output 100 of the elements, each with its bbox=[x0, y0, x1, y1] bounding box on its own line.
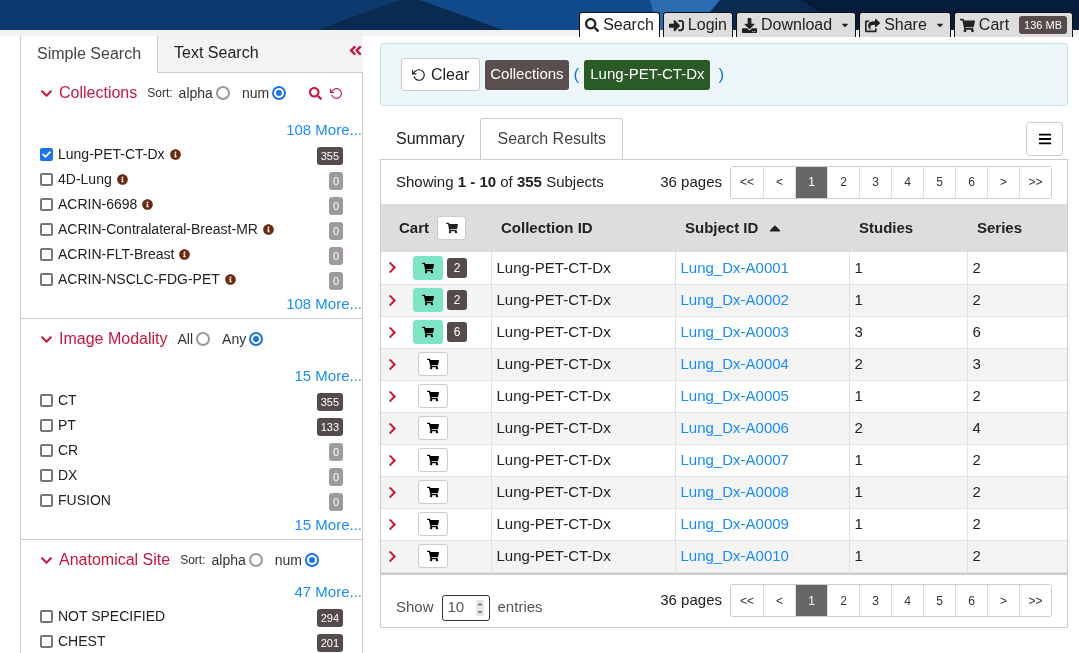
result-tab[interactable]: Summary bbox=[380, 118, 481, 159]
search-icon[interactable] bbox=[309, 86, 322, 100]
nav-button[interactable]: Login bbox=[662, 12, 733, 37]
clear-button[interactable]: Clear bbox=[401, 58, 481, 91]
search-tab[interactable]: Text Search bbox=[158, 33, 275, 73]
facet-item-label[interactable]: FUSION bbox=[58, 490, 111, 511]
info-icon[interactable] bbox=[169, 149, 181, 160]
radio-button[interactable] bbox=[248, 553, 263, 567]
expand-icon[interactable] bbox=[387, 357, 398, 371]
page-button[interactable]: >> bbox=[1019, 166, 1051, 198]
page-size-field[interactable]: 10 bbox=[441, 594, 490, 621]
facet-item-label[interactable]: CHEST bbox=[58, 631, 106, 652]
checkbox[interactable] bbox=[40, 248, 53, 261]
facet-item-label[interactable]: Lung-PET-CT-Dx bbox=[58, 144, 165, 165]
expand-icon[interactable] bbox=[387, 517, 398, 531]
checkbox[interactable] bbox=[40, 419, 53, 432]
info-icon[interactable] bbox=[224, 274, 236, 285]
radio-label: All bbox=[177, 329, 194, 349]
info-icon[interactable] bbox=[179, 249, 191, 260]
radio-button[interactable] bbox=[272, 86, 287, 100]
sort-label: Sort: bbox=[147, 85, 173, 102]
column-header[interactable]: Collection ID bbox=[491, 204, 675, 252]
add-to-cart-button[interactable] bbox=[418, 448, 448, 472]
table-cell: 2 bbox=[967, 540, 1067, 572]
info-icon[interactable] bbox=[262, 224, 274, 235]
facet-title[interactable]: Collections bbox=[59, 81, 138, 105]
add-to-cart-button[interactable] bbox=[418, 480, 448, 504]
cart-icon bbox=[427, 358, 439, 370]
page-button[interactable]: 1 bbox=[795, 585, 827, 616]
page-button[interactable]: 1 bbox=[795, 166, 827, 198]
add-to-cart-button[interactable] bbox=[418, 512, 448, 536]
add-to-cart-button[interactable] bbox=[413, 320, 443, 344]
cart-icon bbox=[445, 222, 458, 234]
expand-icon[interactable] bbox=[387, 549, 398, 563]
nav-button[interactable]: Share bbox=[859, 12, 951, 37]
add-to-cart-button[interactable] bbox=[418, 544, 448, 568]
radio-label: alpha bbox=[211, 550, 246, 570]
result-tab[interactable]: Search Results bbox=[480, 118, 623, 159]
info-icon[interactable] bbox=[142, 199, 154, 210]
spinner-icon[interactable] bbox=[475, 599, 484, 616]
radio-button[interactable] bbox=[305, 553, 319, 567]
expand-icon[interactable] bbox=[387, 293, 398, 307]
expand-icon[interactable] bbox=[387, 325, 398, 339]
checkbox[interactable] bbox=[40, 273, 53, 286]
facet-title[interactable]: Anatomical Site bbox=[59, 548, 171, 572]
checkbox[interactable] bbox=[40, 223, 53, 236]
nav-button[interactable]: Download bbox=[736, 12, 857, 37]
cart-icon bbox=[422, 261, 434, 274]
add-to-cart-button[interactable] bbox=[418, 352, 448, 376]
table-cell: 1 bbox=[849, 284, 967, 316]
column-header[interactable]: Subject ID bbox=[675, 204, 849, 252]
facet-item-label[interactable]: NOT SPECIFIED bbox=[58, 606, 166, 627]
facet-title[interactable]: Image Modality bbox=[59, 327, 168, 351]
nav-button[interactable]: Search bbox=[579, 12, 660, 37]
checkbox[interactable] bbox=[40, 444, 53, 457]
facet-item-label[interactable]: 4D-Lung bbox=[58, 169, 112, 190]
facet-item-label[interactable]: CT bbox=[58, 390, 77, 411]
expand-icon[interactable] bbox=[387, 485, 398, 499]
expand-icon[interactable] bbox=[387, 453, 398, 467]
add-to-cart-button[interactable] bbox=[413, 255, 443, 280]
facet-item-label[interactable]: PT bbox=[58, 415, 76, 436]
checkbox[interactable] bbox=[40, 635, 53, 648]
info-icon[interactable] bbox=[116, 174, 128, 185]
checkbox[interactable] bbox=[40, 494, 53, 507]
checkbox[interactable] bbox=[40, 469, 53, 482]
expand-icon[interactable] bbox=[387, 389, 398, 403]
checkbox[interactable] bbox=[40, 394, 53, 407]
table-cell: Lung-PET-CT-Dx bbox=[491, 540, 675, 572]
checkbox[interactable] bbox=[40, 198, 53, 211]
radio-button[interactable] bbox=[249, 332, 264, 346]
column-header[interactable]: Cart bbox=[381, 204, 491, 252]
collapse-icon[interactable] bbox=[348, 43, 363, 58]
column-header[interactable]: Series bbox=[967, 204, 1067, 252]
radio-button[interactable] bbox=[215, 86, 230, 100]
add-to-cart-button[interactable] bbox=[418, 416, 448, 440]
reset-icon[interactable] bbox=[330, 86, 343, 100]
column-header[interactable]: Studies bbox=[849, 204, 967, 252]
add-to-cart-button[interactable] bbox=[413, 288, 443, 312]
expand-icon[interactable] bbox=[387, 421, 398, 435]
page-button[interactable]: >> bbox=[1019, 585, 1051, 616]
facet-item-label[interactable]: ACRIN-NSCLC-FDG-PET bbox=[58, 269, 220, 290]
facet-item-label[interactable]: ACRIN-FLT-Breast bbox=[58, 244, 175, 265]
checkbox[interactable] bbox=[40, 610, 53, 623]
facet-item-label[interactable]: CR bbox=[58, 440, 79, 461]
cart-all-button[interactable] bbox=[437, 216, 466, 240]
checkbox[interactable] bbox=[40, 173, 53, 186]
criteria-value-tag[interactable]: Lung-PET-CT-Dx bbox=[584, 59, 711, 90]
checkbox[interactable] bbox=[40, 148, 53, 161]
add-to-cart-button[interactable] bbox=[418, 384, 448, 408]
table-cell: 4 bbox=[967, 412, 1067, 444]
search-tab[interactable]: Simple Search bbox=[20, 33, 159, 73]
expand-icon[interactable] bbox=[387, 261, 398, 275]
facet-item-label[interactable]: ACRIN-Contralateral-Breast-MR bbox=[58, 219, 258, 240]
sign-in-icon bbox=[668, 17, 684, 33]
facet-item-label[interactable]: ACRIN-6698 bbox=[58, 194, 138, 215]
size-badge: 136 MB bbox=[1019, 15, 1067, 35]
radio-button[interactable] bbox=[196, 332, 211, 346]
nav-button[interactable]: Cart 136 MB bbox=[953, 12, 1073, 37]
menu-button[interactable] bbox=[1026, 122, 1063, 156]
facet-item-label[interactable]: DX bbox=[58, 465, 78, 486]
